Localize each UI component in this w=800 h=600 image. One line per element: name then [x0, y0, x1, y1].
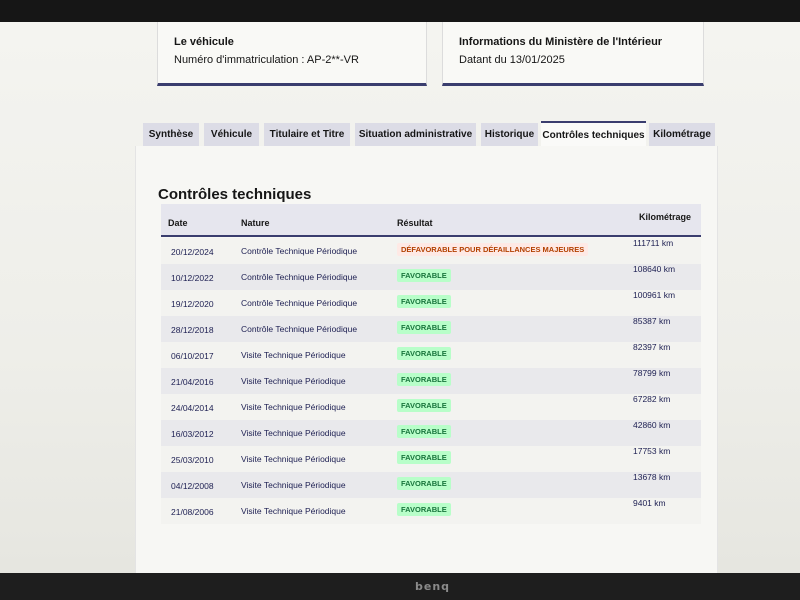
tab-controles-techniques[interactable]: Contrôles techniques — [541, 121, 646, 147]
cell-kilometrage: 78799 km — [633, 368, 671, 378]
result-badge-favorable: FAVORABLE — [397, 373, 451, 386]
cell-kilometrage: 100961 km — [633, 290, 676, 300]
monitor-bezel-top — [0, 0, 800, 22]
result-badge-favorable: FAVORABLE — [397, 451, 451, 464]
table-row: 10/12/2022 Contrôle Technique Périodique… — [161, 264, 701, 290]
result-badge-favorable: FAVORABLE — [397, 321, 451, 334]
result-badge-favorable: FAVORABLE — [397, 503, 451, 516]
cell-date: 24/04/2014 — [171, 403, 214, 413]
result-badge-favorable: FAVORABLE — [397, 477, 451, 490]
table-row: 04/12/2008 Visite Technique Périodique F… — [161, 472, 701, 498]
table-row: 24/04/2014 Visite Technique Périodique F… — [161, 394, 701, 420]
tab-vehicule[interactable]: Véhicule — [204, 123, 259, 146]
cell-date: 16/03/2012 — [171, 429, 214, 439]
cell-nature: Contrôle Technique Périodique — [241, 324, 358, 334]
cell-nature: Visite Technique Périodique — [241, 480, 346, 490]
cell-date: 10/12/2022 — [171, 273, 214, 283]
ministry-info-card: Informations du Ministère de l'Intérieur… — [442, 22, 704, 86]
vehicle-card-title: Le véhicule — [174, 36, 234, 48]
table-row: 28/12/2018 Contrôle Technique Périodique… — [161, 316, 701, 342]
cell-date: 21/08/2006 — [171, 507, 214, 517]
registration-number: Numéro d'immatriculation : AP-2**-VR — [174, 54, 359, 66]
cell-nature: Contrôle Technique Périodique — [241, 246, 358, 256]
cell-nature: Contrôle Technique Périodique — [241, 298, 358, 308]
result-badge-defavorable: DÉFAVORABLE POUR DÉFAILLANCES MAJEURES — [397, 243, 589, 256]
table-row: 16/03/2012 Visite Technique Périodique F… — [161, 420, 701, 446]
ministry-card-title: Informations du Ministère de l'Intérieur — [459, 36, 663, 48]
cell-date: 21/04/2016 — [171, 377, 214, 387]
table-row: 06/10/2017 Visite Technique Périodique F… — [161, 342, 701, 368]
cell-date: 25/03/2010 — [171, 455, 214, 465]
cell-nature: Visite Technique Périodique — [241, 350, 346, 360]
column-header-date: Date — [168, 218, 188, 228]
cell-kilometrage: 42860 km — [633, 420, 671, 430]
screen: Le véhicule Numéro d'immatriculation : A… — [0, 22, 800, 573]
cell-date: 19/12/2020 — [171, 299, 214, 309]
tab-titulaire-et-titre[interactable]: Titulaire et Titre — [264, 123, 350, 146]
column-header-nature: Nature — [241, 218, 270, 228]
cell-date: 28/12/2018 — [171, 325, 214, 335]
result-badge-favorable: FAVORABLE — [397, 399, 451, 412]
cell-nature: Visite Technique Périodique — [241, 454, 346, 464]
controles-techniques-panel: Contrôles techniques Date Nature Résulta… — [135, 146, 718, 573]
result-badge-favorable: FAVORABLE — [397, 425, 451, 438]
column-header-resultat: Résultat — [397, 218, 433, 228]
cell-kilometrage: 82397 km — [633, 342, 671, 352]
table-row: 20/12/2024 Contrôle Technique Périodique… — [161, 238, 701, 264]
tab-kilometrage[interactable]: Kilométrage — [649, 123, 715, 146]
cell-date: 04/12/2008 — [171, 481, 214, 491]
cell-date: 20/12/2024 — [171, 247, 214, 257]
ministry-data-date: Datant du 13/01/2025 — [459, 54, 565, 66]
cell-nature: Visite Technique Périodique — [241, 428, 346, 438]
monitor-brand-logo: benq — [415, 580, 451, 593]
cell-kilometrage: 111711 km — [633, 238, 674, 248]
tab-situation-administrative[interactable]: Situation administrative — [355, 123, 476, 146]
result-badge-favorable: FAVORABLE — [397, 295, 451, 308]
cell-nature: Visite Technique Périodique — [241, 506, 346, 516]
column-header-kilometrage: Kilométrage — [639, 212, 692, 222]
table-row: 25/03/2010 Visite Technique Périodique F… — [161, 446, 701, 472]
cell-date: 06/10/2017 — [171, 351, 214, 361]
table-row: 21/08/2006 Visite Technique Périodique F… — [161, 498, 701, 524]
tab-synthese[interactable]: Synthèse — [143, 123, 199, 146]
monitor-bezel-bottom — [0, 573, 800, 600]
table-row: 21/04/2016 Visite Technique Périodique F… — [161, 368, 701, 394]
cell-kilometrage: 9401 km — [633, 498, 666, 508]
cell-nature: Visite Technique Périodique — [241, 376, 346, 386]
result-badge-favorable: FAVORABLE — [397, 269, 451, 282]
section-title: Contrôles techniques — [158, 186, 312, 203]
cell-kilometrage: 108640 km — [633, 264, 676, 274]
cell-kilometrage: 13678 km — [633, 472, 671, 482]
vehicle-info-card: Le véhicule Numéro d'immatriculation : A… — [157, 22, 427, 86]
cell-nature: Visite Technique Périodique — [241, 402, 346, 412]
cell-kilometrage: 67282 km — [633, 394, 671, 404]
cell-kilometrage: 17753 km — [633, 446, 671, 456]
result-badge-favorable: FAVORABLE — [397, 347, 451, 360]
table-header: Date Nature Résultat Kilométrage — [161, 204, 701, 237]
tab-historique[interactable]: Historique — [481, 123, 538, 146]
cell-kilometrage: 85387 km — [633, 316, 671, 326]
table-row: 19/12/2020 Contrôle Technique Périodique… — [161, 290, 701, 316]
cell-nature: Contrôle Technique Périodique — [241, 272, 358, 282]
